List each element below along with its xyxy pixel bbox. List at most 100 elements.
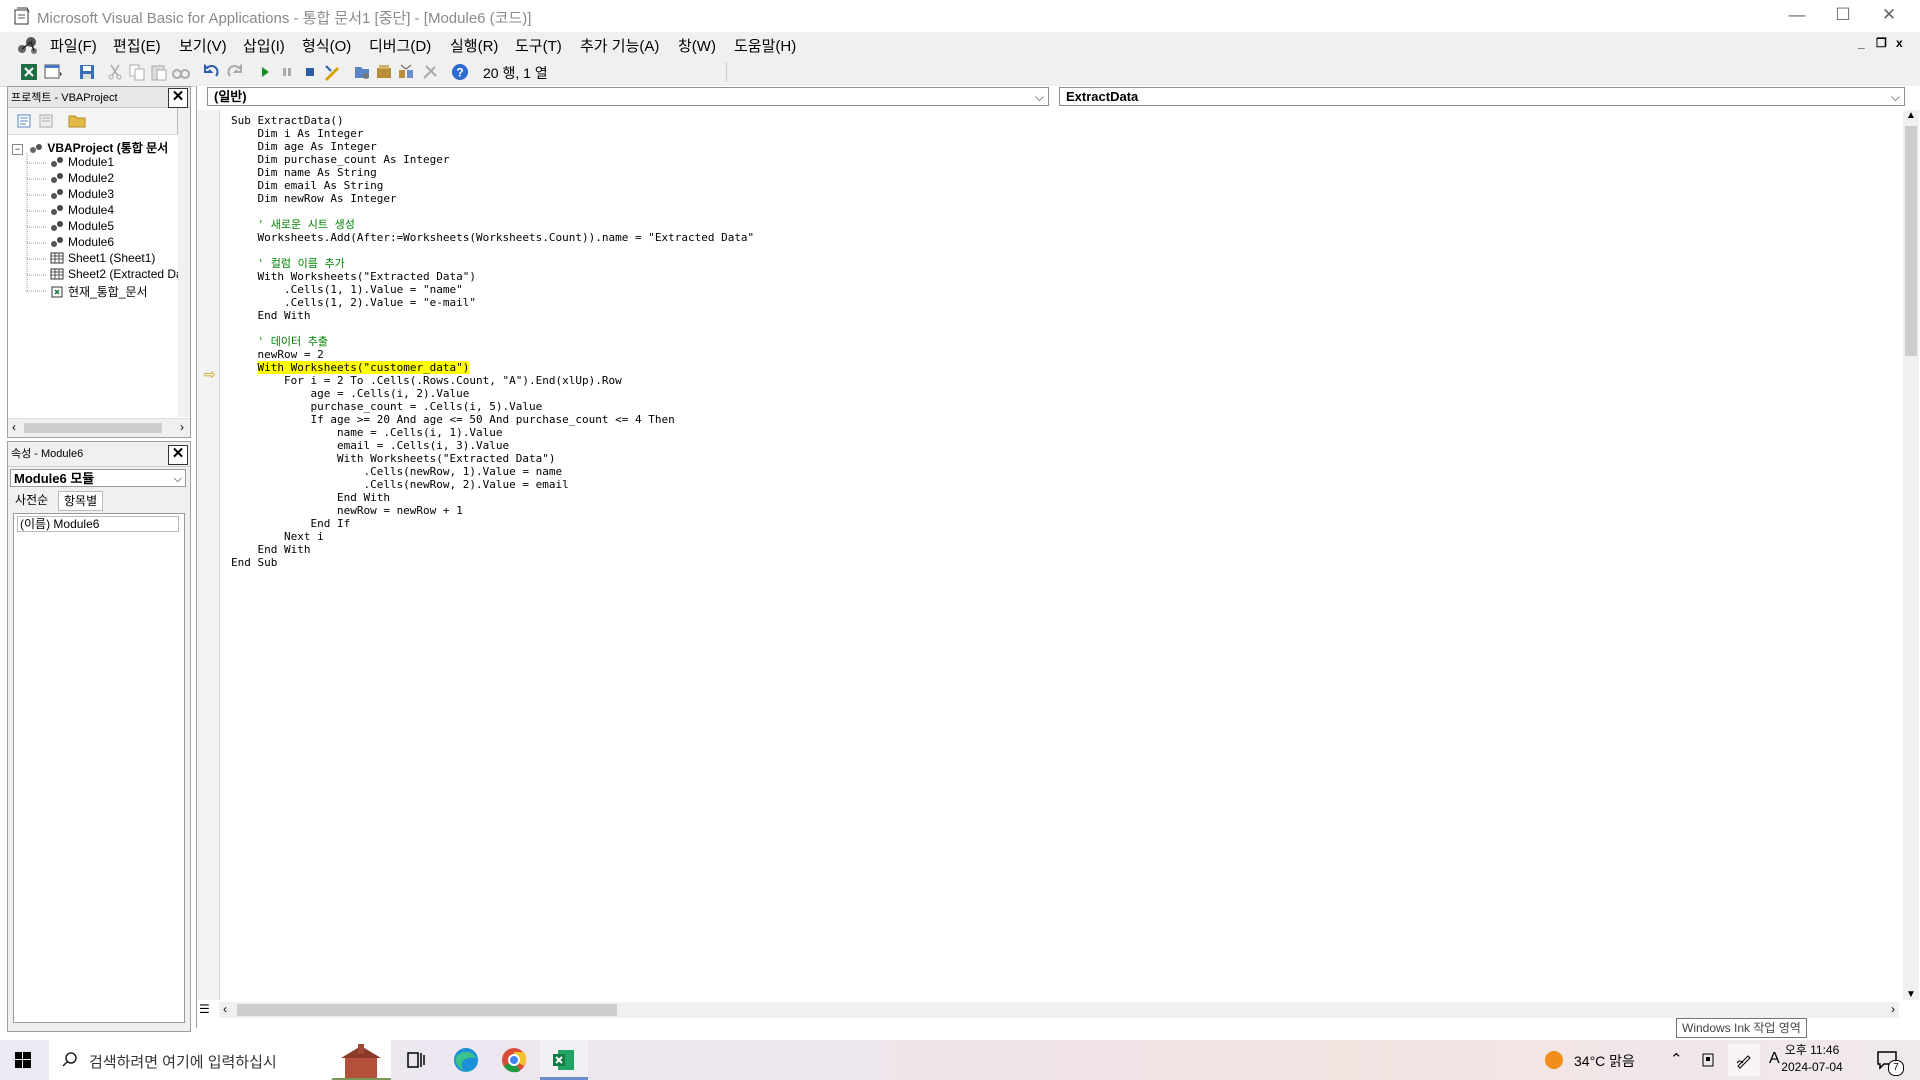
code-line[interactable]: Next i [231,530,324,543]
find-icon[interactable] [171,62,191,82]
code-line[interactable]: newRow = 2 [231,348,323,361]
mdi-close-button[interactable]: x [1896,36,1903,50]
toolbar-grip[interactable] [726,62,735,82]
save-icon[interactable] [77,62,97,82]
code-line[interactable]: ' 데이터 추출 [231,335,327,348]
clock[interactable]: 오후 11:46 2024-07-04 [1772,1042,1852,1076]
code-line[interactable]: End With [231,543,310,556]
menu-debug[interactable]: 디버그(D) [369,35,431,56]
mdi-restore-button[interactable]: ❐ [1876,36,1887,50]
mdi-minimize-button[interactable]: _ [1858,36,1865,50]
scroll-down-icon[interactable]: ▼ [1906,989,1916,1000]
menu-run[interactable]: 실행(R) [450,35,498,56]
code-margin[interactable] [197,110,220,1000]
code-line[interactable]: For i = 2 To .Cells(.Rows.Count, "A").En… [231,374,622,387]
menu-addins[interactable]: 추가 기능(A) [580,35,659,56]
scroll-thumb[interactable] [24,423,162,433]
code-line[interactable]: End With [231,491,390,504]
code-line[interactable]: Worksheets.Add(After:=Worksheets(Workshe… [231,231,754,244]
code-vscroll[interactable]: ▲ ▼ [1903,110,1919,1000]
weather-sun-icon[interactable] [1544,1050,1564,1070]
code-line[interactable]: .Cells(1, 1).Value = "name" [231,283,463,296]
menu-window[interactable]: 창(W) [678,35,716,56]
code-line[interactable]: Dim age As Integer [231,140,376,153]
weather-label[interactable]: 34°C 맑음 [1574,1051,1635,1071]
code-line[interactable]: Dim newRow As Integer [231,192,396,205]
code-line[interactable]: purchase_count = .Cells(i, 5).Value [231,400,542,413]
excel-taskbar-button[interactable] [540,1040,588,1080]
notification-center-button[interactable]: 7 [1874,1048,1904,1076]
reset-icon[interactable] [300,62,320,82]
vba-project-icon[interactable] [16,34,40,56]
code-line[interactable]: age = .Cells(i, 2).Value [231,387,469,400]
windows-ink-button[interactable] [1728,1044,1760,1076]
insert-userform-icon[interactable] [43,62,63,82]
code-line[interactable]: With Worksheets("customer_data") [231,361,470,374]
code-line[interactable]: email = .Cells(i, 3).Value [231,439,509,452]
code-editor[interactable]: Sub ExtractData() Dim i As Integer Dim a… [231,114,1881,994]
procedure-combo[interactable]: ExtractData ⌵ [1059,87,1905,106]
code-line[interactable]: Dim purchase_count As Integer [231,153,449,166]
menu-view[interactable]: 보기(V) [179,35,227,56]
windows-start-icon[interactable] [0,1040,46,1080]
menu-tools[interactable]: 도구(T) [515,35,562,56]
view-excel-icon[interactable] [19,62,39,82]
view-code-icon[interactable] [16,113,32,129]
code-line[interactable]: name = .Cells(i, 1).Value [231,426,503,439]
menu-file[interactable]: 파일(F) [50,35,97,56]
code-line[interactable]: ' 새로운 시트 생성 [231,218,354,231]
task-view-icon[interactable] [392,1040,440,1080]
design-mode-icon[interactable] [322,62,342,82]
menu-insert[interactable]: 삽입(I) [243,35,285,56]
scroll-left-icon[interactable]: ‹ [12,420,16,434]
code-line[interactable]: End With [231,309,310,322]
undo-icon[interactable] [201,62,221,82]
tab-alphabetic[interactable]: 사전순 [10,491,54,509]
chrome-icon[interactable] [490,1040,538,1080]
project-hscroll[interactable]: ‹ › [8,418,190,437]
code-hscroll-thumb[interactable] [237,1004,617,1016]
code-line[interactable]: Dim i As Integer [231,127,363,140]
properties-object-select[interactable]: Module6 모듈 ⌵ [10,469,186,487]
code-hscroll[interactable]: ☰ ‹ › [199,1002,1899,1018]
chevron-up-icon[interactable]: ⌃ [1670,1050,1683,1068]
edge-icon[interactable] [442,1040,490,1080]
scroll-left-icon[interactable]: ‹ [223,1002,227,1016]
menu-edit[interactable]: 편집(E) [113,35,161,56]
code-line[interactable]: End Sub [231,556,277,569]
usb-device-icon[interactable] [1700,1052,1716,1068]
code-vscroll-thumb[interactable] [1905,126,1917,356]
scroll-up-icon[interactable]: ▲ [1906,110,1916,121]
close-button[interactable]: ✕ [1866,0,1912,32]
code-line[interactable]: newRow = newRow + 1 [231,504,463,517]
tree-item-sheet2[interactable]: Sheet2 (Extracted Da [50,267,183,283]
code-line[interactable]: .Cells(1, 2).Value = "e-mail" [231,296,476,309]
procedure-view-icon[interactable]: ☰ [199,1002,210,1016]
code-line[interactable]: ' 컬럼 이름 추가 [231,257,344,270]
project-vscroll[interactable] [178,108,190,417]
minimize-button[interactable]: — [1774,0,1820,32]
help-icon[interactable]: ? [450,62,470,82]
cut-icon[interactable] [105,62,125,82]
code-line[interactable]: Dim email As String [231,179,383,192]
view-object-icon[interactable] [38,113,54,129]
taskbar-search-input[interactable]: 검색하려면 여기에 입력하십시 [49,1040,391,1080]
toggle-folders-icon[interactable] [68,113,86,129]
paste-icon[interactable] [149,62,169,82]
menu-help[interactable]: 도움말(H) [734,35,796,56]
toolbox-icon[interactable] [420,62,440,82]
run-icon[interactable] [255,62,275,82]
object-combo[interactable]: (일반) ⌵ [207,87,1049,106]
project-explorer-icon[interactable] [352,62,372,82]
code-line[interactable]: End If [231,517,350,530]
copy-icon[interactable] [127,62,147,82]
code-line[interactable]: .Cells(newRow, 1).Value = name [231,465,562,478]
code-line[interactable]: Sub ExtractData() [231,114,344,127]
properties-window-icon[interactable] [374,62,394,82]
scroll-right-icon[interactable]: › [180,420,184,434]
code-line[interactable]: Dim name As String [231,166,376,179]
object-browser-icon[interactable] [396,62,416,82]
property-row-name[interactable]: (이름) Module6 [17,516,179,532]
menu-format[interactable]: 형식(O) [302,35,351,56]
break-icon[interactable] [277,62,297,82]
